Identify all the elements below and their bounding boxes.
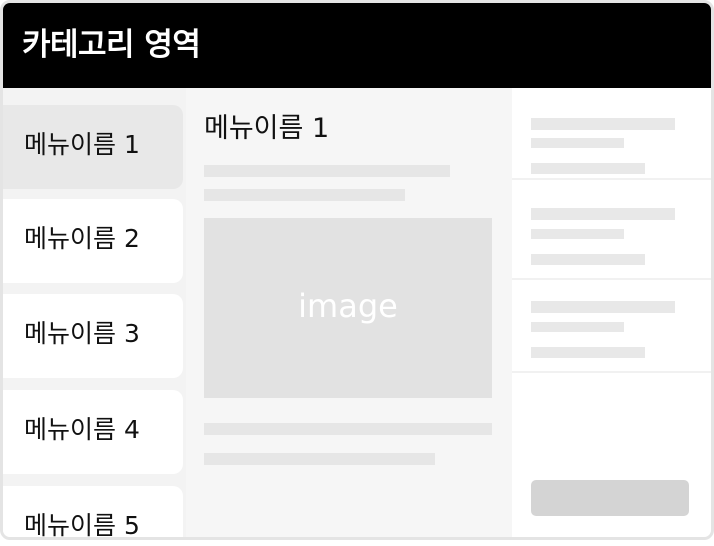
sidebar-item-menu-2[interactable]: 메뉴이름 2 — [3, 199, 183, 283]
category-title: 카테고리 영역 — [22, 27, 201, 63]
list-item[interactable] — [512, 88, 711, 180]
text-placeholder-line — [204, 189, 405, 201]
action-button[interactable] — [531, 480, 689, 516]
sidebar-item-label: 메뉴이름 2 — [24, 224, 140, 253]
text-placeholder-line — [531, 347, 645, 358]
image-placeholder-label: image — [298, 287, 398, 325]
list-item[interactable] — [512, 281, 711, 373]
content-title: 메뉴이름 1 — [204, 113, 330, 144]
text-placeholder-line — [531, 138, 624, 148]
sidebar-item-label: 메뉴이름 3 — [24, 319, 140, 348]
sidebar-item-menu-4[interactable]: 메뉴이름 4 — [3, 390, 183, 474]
sidebar-item-label: 메뉴이름 4 — [24, 415, 140, 444]
sidebar-item-label: 메뉴이름 1 — [24, 130, 140, 159]
content-area: 메뉴이름 1 image — [186, 88, 512, 537]
text-placeholder-line — [531, 163, 645, 174]
sidebar-item-menu-1[interactable]: 메뉴이름 1 — [3, 105, 183, 189]
sidebar-item-label: 메뉴이름 5 — [24, 511, 140, 537]
category-header: 카테고리 영역 — [3, 3, 711, 88]
sidebar-menu: 메뉴이름 1 메뉴이름 2 메뉴이름 3 메뉴이름 4 메뉴이름 5 — [3, 88, 186, 537]
text-placeholder-line — [531, 254, 645, 265]
text-placeholder-line — [204, 453, 435, 465]
app-frame: 카테고리 영역 메뉴이름 1 메뉴이름 2 메뉴이름 3 메뉴이름 4 메뉴이름… — [0, 0, 714, 540]
text-placeholder-line — [531, 301, 675, 313]
text-placeholder-line — [531, 322, 624, 332]
sidebar-item-menu-3[interactable]: 메뉴이름 3 — [3, 294, 183, 378]
list-item[interactable] — [512, 188, 711, 280]
text-placeholder-line — [204, 165, 450, 177]
image-placeholder: image — [204, 218, 492, 398]
right-panel — [512, 88, 711, 537]
text-placeholder-line — [531, 229, 624, 239]
text-placeholder-line — [531, 208, 675, 220]
text-placeholder-line — [531, 118, 675, 130]
sidebar-item-menu-5[interactable]: 메뉴이름 5 — [3, 486, 183, 537]
text-placeholder-line — [204, 423, 492, 435]
